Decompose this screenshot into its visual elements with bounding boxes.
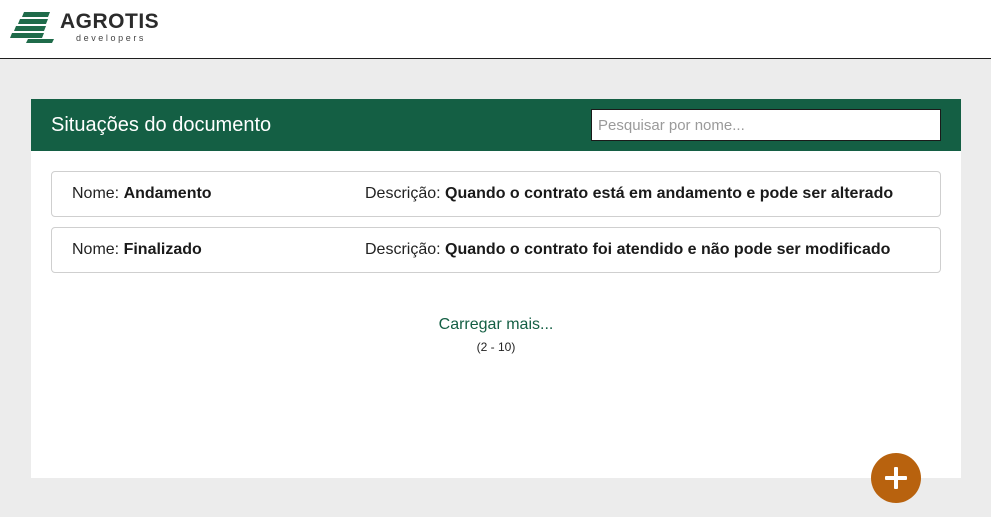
description-label: Descrição: (365, 241, 441, 258)
description-value: Quando o contrato foi atendido e não pod… (445, 241, 891, 258)
card-header: Situações do documento (31, 99, 961, 151)
description-label: Descrição: (365, 185, 441, 202)
item-description: Descrição: Quando o contrato está em and… (365, 172, 893, 216)
list-item[interactable]: Nome: Andamento Descrição: Quando o cont… (51, 171, 941, 217)
item-name: Nome: Finalizado (72, 228, 202, 272)
load-more-link[interactable]: Carregar mais... (31, 316, 961, 334)
brand-subtitle: developers (76, 33, 147, 43)
document-status-card: Situações do documento Nome: Andamento D… (31, 99, 961, 478)
page-title: Situações do documento (51, 114, 272, 136)
logo-text: AGROTIS developers (60, 10, 160, 44)
name-value: Andamento (123, 185, 212, 202)
plus-icon (885, 467, 907, 489)
agrotis-logo-icon (10, 12, 54, 43)
name-label: Nome: (72, 241, 120, 258)
add-button[interactable] (871, 453, 921, 503)
description-value: Quando o contrato está em andamento e po… (445, 185, 894, 202)
list-item[interactable]: Nome: Finalizado Descrição: Quando o con… (51, 227, 941, 273)
search-input[interactable] (591, 109, 941, 141)
name-label: Nome: (72, 185, 120, 202)
top-bar: AGROTIS developers (0, 0, 991, 59)
item-description: Descrição: Quando o contrato foi atendid… (365, 228, 890, 272)
name-value: Finalizado (123, 241, 202, 258)
pagination-range: (2 - 10) (476, 340, 516, 354)
logo[interactable]: AGROTIS developers (10, 10, 159, 44)
item-name: Nome: Andamento (72, 172, 212, 216)
brand-name: AGROTIS (60, 10, 160, 33)
